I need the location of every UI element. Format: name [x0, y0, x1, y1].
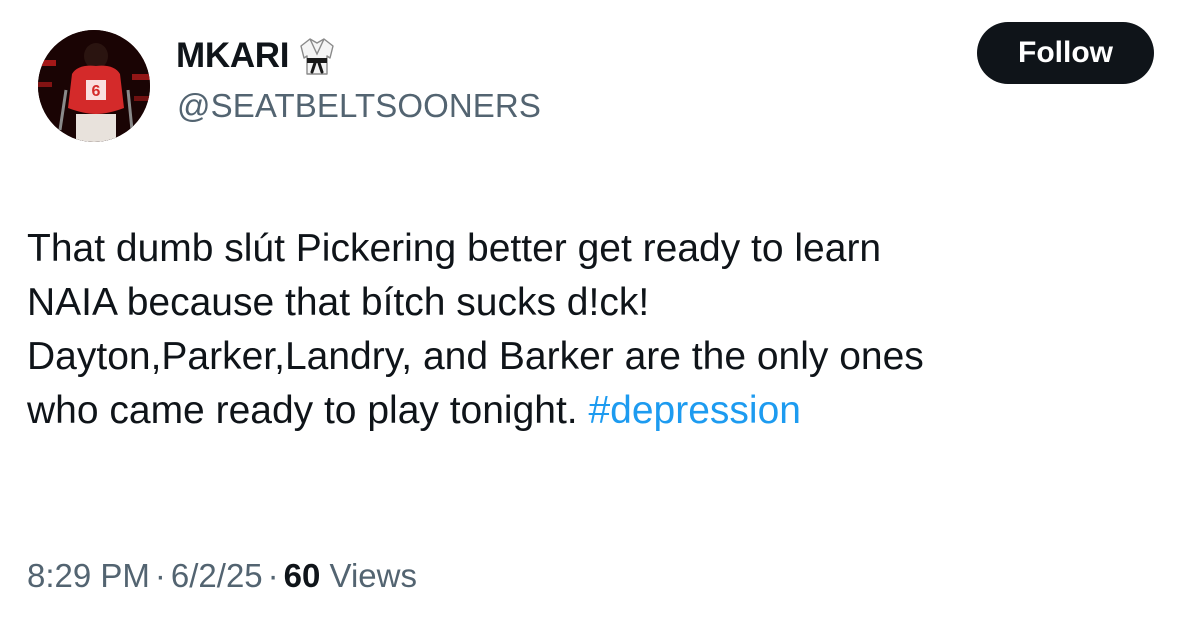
display-name[interactable]: MKARI [176, 34, 290, 78]
meta-separator: · [154, 557, 166, 594]
author-handle[interactable]: @SEATBELTSOONERS [177, 84, 541, 128]
martial-arts-uniform-emoji-icon [300, 38, 334, 75]
tweet-line: That dumb slút Pickering better get read… [27, 227, 882, 270]
follow-button[interactable]: Follow [977, 22, 1154, 84]
views-count: 60 [283, 557, 321, 594]
hashtag-link[interactable]: #depression [588, 389, 800, 432]
tweet-time[interactable]: 8:29 PM [27, 557, 150, 594]
tweet-date[interactable]: 6/2/25 [171, 557, 263, 594]
meta-separator: · [267, 557, 279, 594]
views-label: Views [329, 557, 417, 594]
svg-text:6: 6 [92, 83, 101, 100]
tweet-line: Dayton,Parker,Landry, and Barker are the… [27, 335, 924, 378]
tweet-line: NAIA because that bítch sucks d!ck! [27, 281, 650, 324]
avatar[interactable]: 6 [38, 30, 150, 142]
tweet-meta: 8:29 PM · 6/2/25 · 60 Views [27, 554, 417, 598]
tweet-line-last: who came ready to play tonight. #depress… [27, 384, 1177, 438]
football-player-avatar-image: 6 [38, 30, 150, 142]
tweet-text: That dumb slút Pickering better get read… [27, 222, 1177, 438]
tweet-line-text: who came ready to play tonight. [27, 389, 589, 432]
author-name-row: MKARI [176, 34, 335, 78]
